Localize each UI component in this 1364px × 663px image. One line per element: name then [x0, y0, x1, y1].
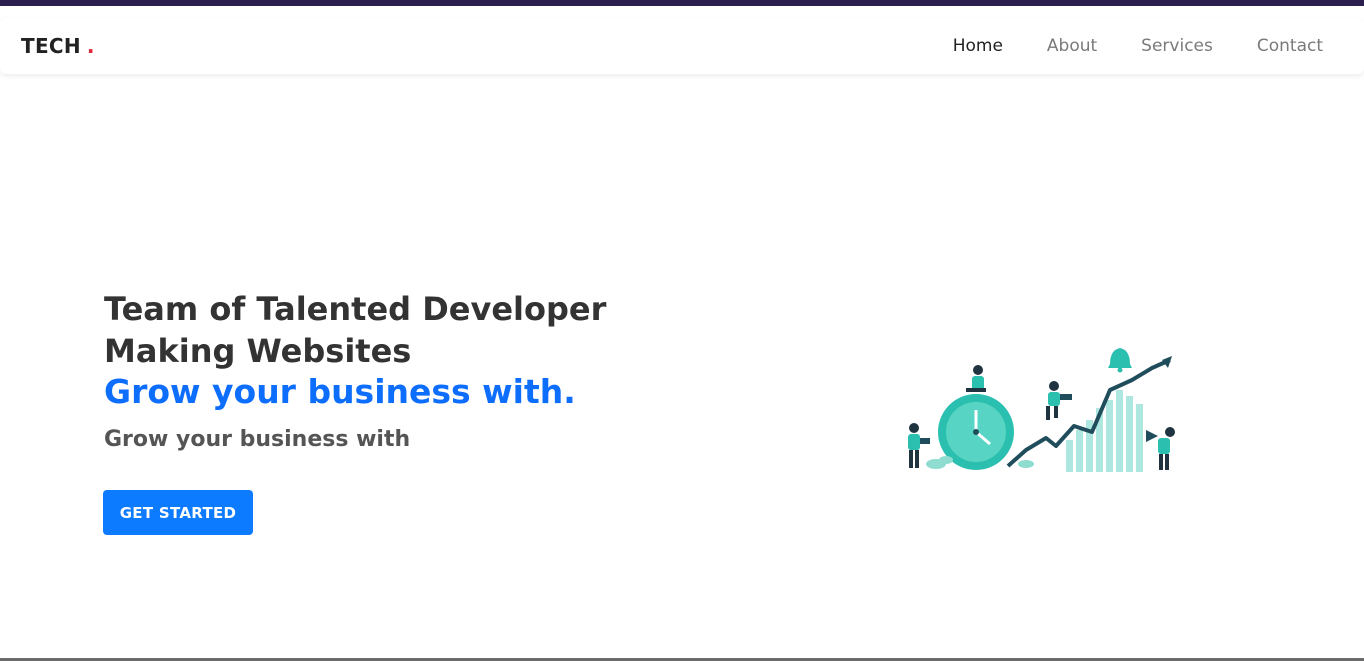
- brand-dot: .: [86, 34, 95, 58]
- growth-arrow-head: [1162, 356, 1172, 368]
- get-started-button[interactable]: GET STARTED: [103, 490, 253, 535]
- nav-link-services[interactable]: Services: [1141, 36, 1213, 56]
- brand-text: TECH: [21, 34, 81, 58]
- hero-title-line1: Team of Talented Developer: [104, 290, 607, 328]
- person-top-figure: [966, 365, 986, 392]
- hero-title: Team of Talented Developer Making Websit…: [104, 288, 624, 372]
- hero-subtitle: Grow your business with: [104, 427, 411, 452]
- growth-chart-illustration: [908, 348, 1175, 472]
- nav-link-home[interactable]: Home: [953, 36, 1003, 56]
- nav-links: Home About Services Contact: [909, 36, 1323, 56]
- brand-logo[interactable]: TECH.: [21, 34, 95, 58]
- navbar: TECH. Home About Services Contact: [0, 18, 1364, 74]
- top-strip: [0, 0, 1364, 6]
- person-right-figure: [1146, 427, 1175, 470]
- bottom-divider: [0, 658, 1364, 661]
- nav-link-about[interactable]: About: [1047, 36, 1097, 56]
- person-climbing-figure: [1046, 381, 1072, 420]
- hero-accent-heading: Grow your business with.: [104, 372, 576, 411]
- person-left-figure: [908, 423, 930, 468]
- bell-icon: [1108, 348, 1132, 373]
- nav-link-contact[interactable]: Contact: [1257, 36, 1323, 56]
- hero-title-line2: Making Websites: [104, 332, 412, 370]
